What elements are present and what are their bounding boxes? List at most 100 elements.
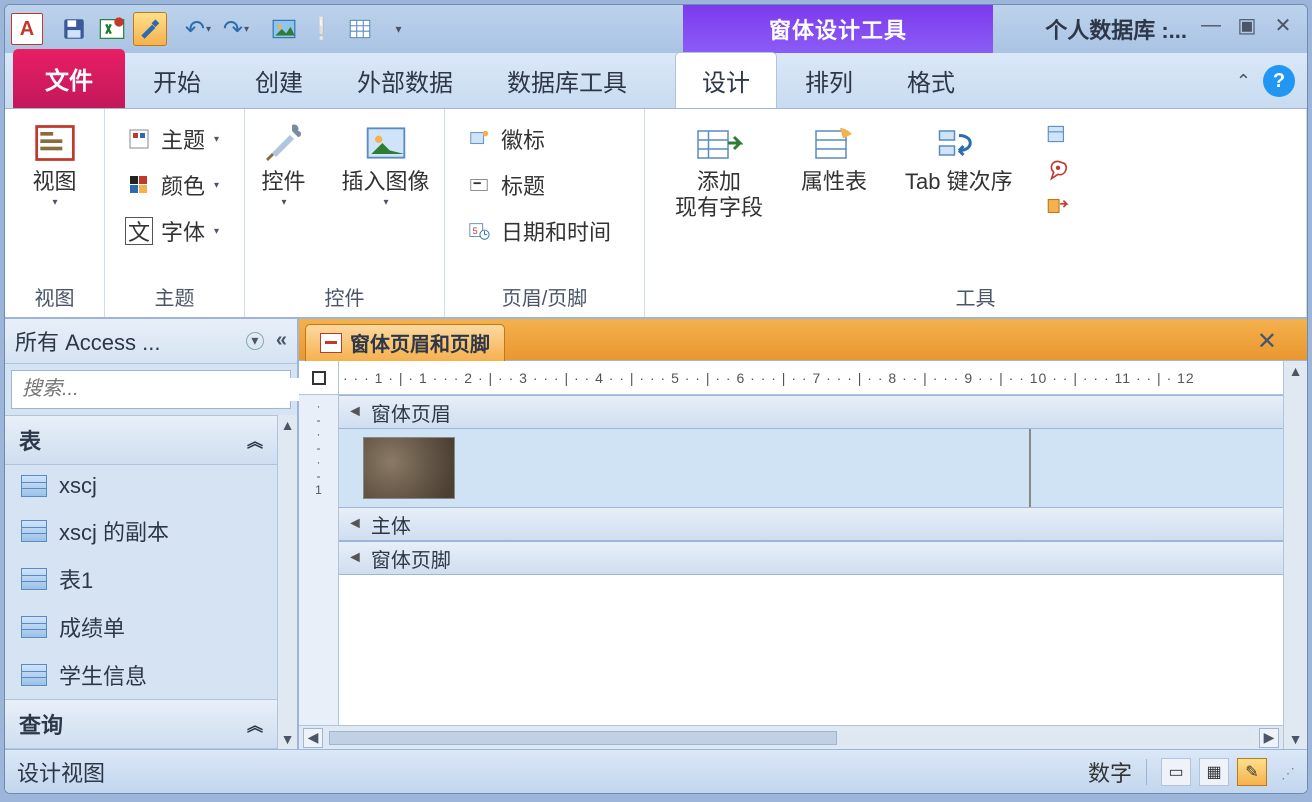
qat-save-button[interactable] [57,12,91,46]
tab-design[interactable]: 设计 [675,52,777,108]
table-item-xscj-copy[interactable]: xscj 的副本 [5,507,277,555]
group-controls-label: 控件 [257,278,432,315]
section-marker-icon: ◄ [347,549,363,567]
nav-dropdown-icon[interactable]: ▾ [246,332,264,350]
tab-home[interactable]: 开始 [127,53,227,108]
tool-extra-3-icon[interactable] [1043,193,1073,219]
search-input[interactable] [12,378,300,401]
table-item-chengjidan[interactable]: 成绩单 [5,603,277,651]
content-area: 所有 Access ... ▾ « 🔍 表 ︽ xscj xscj 的副本 表1… [5,319,1307,749]
nav-group-queries[interactable]: 查询 ︽ [5,699,277,749]
controls-label: 控件 [261,169,305,195]
collapse-icon: ︽ [247,712,263,736]
document-close-button[interactable]: ✕ [1257,327,1277,356]
restore-button[interactable]: ▣ [1233,11,1261,39]
qat-picture-icon[interactable] [267,12,301,46]
form-header-section[interactable] [339,429,1283,507]
nav-group-tables[interactable]: 表 ︽ [5,415,277,465]
collapse-icon: ︽ [247,428,263,452]
section-marker-icon: ◄ [347,403,363,421]
tool-extra-1-icon[interactable] [1043,121,1073,147]
scroll-up-icon[interactable]: ▲ [281,417,295,433]
document-tab-title: 窗体页眉和页脚 [350,328,490,357]
qat-datasheet-icon[interactable] [343,12,377,46]
qat-customize-dropdown[interactable]: ▾ [381,12,415,46]
resize-grip-icon[interactable]: ⋰ [1275,762,1295,782]
table-icon [21,568,47,590]
group-tools: 添加 现有字段 属性表 Tab 键次序 [645,109,1307,317]
qat-redo-button[interactable]: ↷▾ [219,12,253,46]
add-existing-fields-button[interactable]: 添加 现有字段 [667,115,771,226]
scroll-right-icon[interactable]: ▶ [1259,728,1279,748]
nav-header-title: 所有 Access ... [15,325,240,357]
fonts-button[interactable]: 文 字体▾ [117,211,227,251]
nav-scrollbar[interactable]: ▲ ▼ [277,415,297,749]
qat-design-icon[interactable] [133,12,167,46]
view-label: 视图 [32,169,76,195]
group-themes: 主题▾ 颜色▾ 文 字体▾ 主题 [105,109,245,317]
datetime-button[interactable]: 5 日期和时间 [457,211,619,251]
section-form-header-bar[interactable]: ◄ 窗体页眉 [339,395,1283,429]
scroll-down-icon[interactable]: ▼ [1289,731,1303,747]
scroll-left-icon[interactable]: ◀ [303,728,323,748]
window-controls: — ▣ ✕ [1197,11,1297,39]
view-button[interactable]: 视图 ▾ [23,115,87,212]
property-sheet-button[interactable]: 属性表 [793,115,875,199]
title-bar: A ↶▾ ↷▾ ❕ ▾ 窗体设计工具 个人数据库 :... — ▣ ✕ [5,5,1307,53]
nav-scroll: 表 ︽ xscj xscj 的副本 表1 成绩单 学生信息 查询 ︽ [5,415,277,749]
header-image-control[interactable] [363,437,455,499]
section-detail-label: 主体 [371,510,411,539]
document-tab[interactable]: 窗体页眉和页脚 [305,324,505,361]
view-switch-design[interactable]: ✎ [1237,758,1267,786]
ribbon-minimize-icon[interactable]: ⌃ [1236,71,1251,92]
help-icon[interactable]: ? [1263,65,1295,97]
controls-button[interactable]: 控件 ▾ [252,115,316,212]
qat-undo-button[interactable]: ↶▾ [181,12,215,46]
tab-arrange[interactable]: 排列 [779,53,879,108]
form-footer-section[interactable] [339,575,1283,675]
table-item-xscj[interactable]: xscj [5,465,277,507]
tab-format[interactable]: 格式 [881,53,981,108]
ribbon-tabs: 文件 开始 创建 外部数据 数据库工具 设计 排列 格式 ⌃ ? [5,53,1307,109]
nav-collapse-button[interactable]: « [276,329,287,352]
table-icon [21,616,47,638]
vertical-scrollbar[interactable]: ▲ ▼ [1283,361,1307,749]
status-bar: 设计视图 数字 ▭ ▦ ✎ ⋰ [5,749,1307,793]
section-divider [1029,429,1031,507]
status-view-name: 设计视图 [17,756,105,788]
tab-database-tools[interactable]: 数据库工具 [481,53,653,108]
access-logo-icon: A [11,13,43,45]
table-item-xueshengxinxi[interactable]: 学生信息 [5,651,277,699]
nav-header[interactable]: 所有 Access ... ▾ « [5,319,297,364]
ruler-origin[interactable] [299,361,339,395]
tool-extra-2-icon[interactable] [1043,157,1073,183]
tab-order-button[interactable]: Tab 键次序 [897,115,1021,199]
qat-excel-icon[interactable] [95,12,129,46]
view-switch-datasheet[interactable]: ▦ [1199,758,1229,786]
scroll-down-icon[interactable]: ▼ [281,731,295,747]
colors-button[interactable]: 颜色▾ [117,165,227,205]
scroll-up-icon[interactable]: ▲ [1289,363,1303,379]
title-button[interactable]: 标题 [457,165,619,205]
qat-flag-icon[interactable]: ❕ [305,12,339,46]
group-view: 视图 ▾ 视图 [5,109,105,317]
tab-create[interactable]: 创建 [229,53,329,108]
group-header-footer: 徽标 标题 5 日期和时间 页眉/页脚 [445,109,645,317]
section-detail-bar[interactable]: ◄ 主体 [339,507,1283,541]
tab-file[interactable]: 文件 [13,49,125,108]
close-button[interactable]: ✕ [1269,11,1297,39]
themes-button[interactable]: 主题▾ [117,119,227,159]
table-item-table1[interactable]: 表1 [5,555,277,603]
table-icon [21,664,47,686]
minimize-button[interactable]: — [1197,11,1225,39]
horizontal-ruler[interactable]: · · · 1 · | · 1 · · · 2 · | · · 3 · · · … [339,370,1283,386]
designer-surface: · · · 1 · | · 1 · · · 2 · | · · 3 · · · … [299,361,1307,749]
horizontal-scrollbar[interactable]: ◀ ▶ [299,725,1283,749]
vertical-ruler[interactable]: ·-·-·-1 [299,395,339,725]
section-footer-label: 窗体页脚 [371,544,451,573]
logo-button[interactable]: 徽标 [457,119,619,159]
insert-image-button[interactable]: 插入图像 ▾ [334,115,438,212]
section-form-footer-bar[interactable]: ◄ 窗体页脚 [339,541,1283,575]
tab-external-data[interactable]: 外部数据 [331,53,479,108]
view-switch-form[interactable]: ▭ [1161,758,1191,786]
